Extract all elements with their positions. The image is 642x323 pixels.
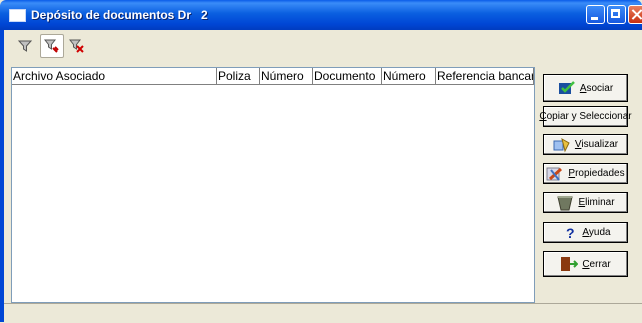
visualizar-button[interactable]: Visualizar	[543, 134, 628, 155]
cerrar-button[interactable]: Cerrar	[543, 251, 628, 277]
funnel-icon	[17, 40, 33, 52]
funnel-remove-icon	[69, 39, 84, 53]
help-icon: ?	[566, 225, 575, 241]
filter-button[interactable]	[13, 34, 37, 58]
propiedades-button[interactable]: Propiedades	[543, 163, 628, 184]
documents-table[interactable]: Archivo Asociado Poliza Número Documento…	[11, 67, 535, 303]
trash-icon	[557, 195, 574, 210]
window-title: Depósito de documentos Dr 2	[31, 8, 208, 22]
window-icon	[9, 9, 26, 22]
column-header-referencia[interactable]: Referencia bancaria	[436, 68, 534, 85]
toolbar	[4, 33, 640, 61]
column-header-numero[interactable]: Número	[260, 68, 313, 85]
column-header-poliza[interactable]: Poliza	[217, 68, 260, 85]
svg-text:?: ?	[566, 225, 575, 241]
column-header-numero-2[interactable]: Número	[382, 68, 436, 85]
eliminar-button[interactable]: Eliminar	[543, 192, 628, 213]
window-frame	[0, 30, 4, 322]
title-bar: Depósito de documentos Dr 2	[0, 0, 642, 30]
exit-door-icon	[561, 257, 579, 271]
copiar-seleccionar-button[interactable]: Copiar y Seleccionar	[539, 106, 632, 127]
column-header-documento[interactable]: Documento	[313, 68, 382, 85]
maximize-button[interactable]	[607, 5, 626, 24]
funnel-edit-icon	[44, 39, 59, 53]
filter-remove-button[interactable]	[65, 34, 89, 58]
properties-icon	[546, 167, 563, 181]
view-icon	[553, 137, 570, 152]
minimize-button[interactable]	[586, 5, 605, 24]
filter-edit-button[interactable]	[40, 34, 64, 58]
asociar-button[interactable]: Asociar	[543, 74, 628, 102]
ayuda-button[interactable]: ? Ayuda	[543, 222, 628, 243]
associate-icon	[558, 81, 575, 94]
column-header-archivo[interactable]: Archivo Asociado	[12, 68, 217, 85]
status-bar	[4, 303, 642, 323]
close-window-button[interactable]	[628, 5, 642, 24]
